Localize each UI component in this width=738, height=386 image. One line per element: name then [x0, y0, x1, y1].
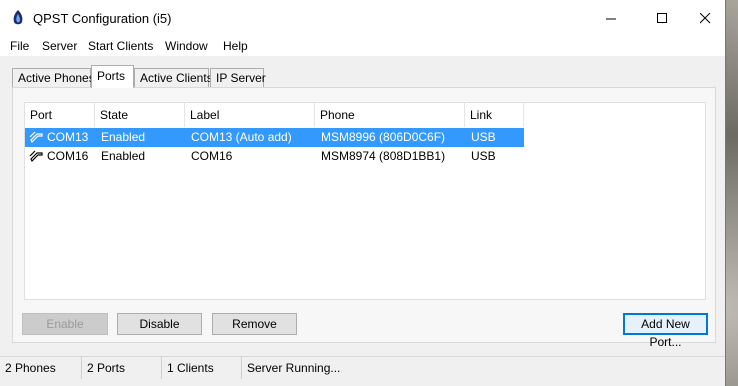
column-state[interactable]: State [95, 103, 185, 127]
menu-file[interactable]: File [10, 39, 29, 53]
remove-button[interactable]: Remove [212, 313, 297, 335]
minimize-icon [605, 18, 616, 19]
label-cell: COM16 [191, 149, 233, 163]
minimize-button[interactable] [588, 0, 634, 36]
title-bar[interactable]: QPST Configuration (i5) [0, 0, 725, 37]
menu-window[interactable]: Window [165, 39, 208, 53]
qpst-window: QPST Configuration (i5) File Server Star… [0, 0, 726, 386]
state-cell: Enabled [101, 130, 146, 144]
column-port[interactable]: Port [25, 103, 95, 127]
port-cell: COM13 [47, 130, 89, 144]
status-phones: 2 Phones [0, 357, 82, 379]
usb-port-icon [29, 150, 43, 163]
menu-bar: File Server Start Clients Window Help [0, 36, 725, 56]
label-cell: COM13 (Auto add) [191, 130, 292, 144]
disable-button[interactable]: Disable [117, 313, 202, 335]
table-row[interactable]: COM16 Enabled COM16 MSM8974 (808D1BB1) U… [25, 147, 524, 166]
column-phone[interactable]: Phone [315, 103, 465, 127]
link-cell: USB [471, 130, 496, 144]
close-button[interactable] [685, 0, 725, 36]
status-bar: 2 Phones 2 Ports 1 Clients Server Runnin… [0, 356, 725, 379]
menu-start-clients[interactable]: Start Clients [88, 39, 153, 53]
tab-active-phones[interactable]: Active Phones [12, 68, 95, 87]
menu-help[interactable]: Help [223, 39, 248, 53]
status-clients: 1 Clients [162, 357, 242, 379]
phone-cell: MSM8974 (808D1BB1) [321, 149, 446, 163]
port-cell: COM16 [47, 149, 89, 163]
tab-ip-server[interactable]: IP Server [210, 68, 266, 87]
tab-active-clients[interactable]: Active Clients [134, 68, 213, 87]
ports-list[interactable]: Port State Label Phone Link COM13 Enable… [24, 102, 706, 300]
link-cell: USB [471, 149, 496, 163]
state-cell: Enabled [101, 149, 146, 163]
add-new-port-button[interactable]: Add New Port... [623, 313, 708, 349]
enable-button[interactable]: Enable [22, 313, 108, 335]
menu-server[interactable]: Server [42, 39, 77, 53]
phone-cell: MSM8996 (806D0C6F) [321, 130, 446, 144]
qpst-app-icon [13, 10, 23, 25]
status-ports: 2 Ports [82, 357, 162, 379]
close-icon [699, 12, 710, 23]
table-row[interactable]: COM13 Enabled COM13 (Auto add) MSM8996 (… [25, 128, 524, 147]
tab-ports[interactable]: Ports [91, 65, 134, 88]
maximize-icon [656, 12, 667, 23]
status-server: Server Running... [247, 361, 341, 375]
column-link[interactable]: Link [465, 103, 524, 127]
window-title: QPST Configuration (i5) [33, 11, 172, 26]
column-label[interactable]: Label [185, 103, 315, 127]
maximize-button[interactable] [639, 0, 685, 36]
usb-port-icon [29, 131, 43, 144]
